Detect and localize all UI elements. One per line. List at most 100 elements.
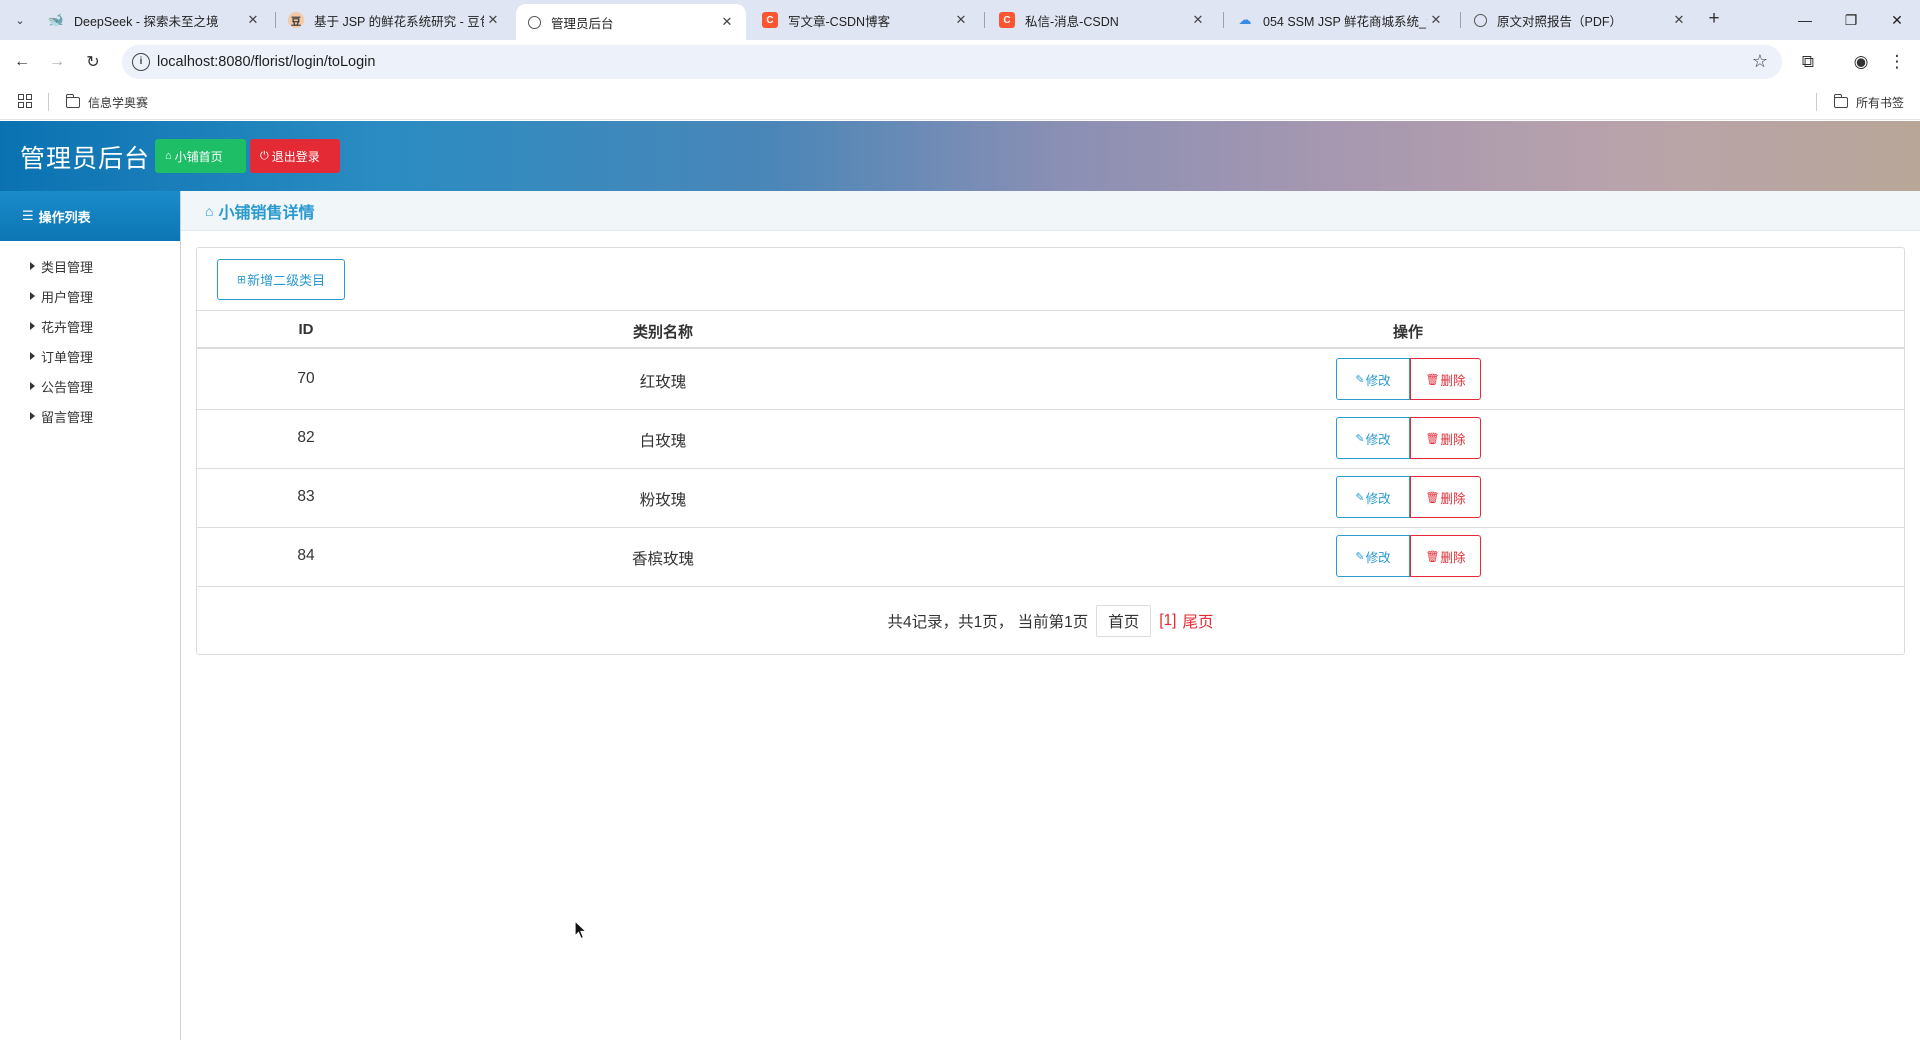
bookmark-separator [1816, 93, 1817, 111]
browser-tab[interactable]: 原文对照报告（PDF） ✕ [1462, 0, 1698, 40]
browser-tab[interactable]: 豆 基于 JSP 的鲜花系统研究 - 豆包 ✕ [276, 0, 512, 40]
trash-icon: 🗑 [1425, 432, 1440, 445]
cell-id: 82 [297, 429, 315, 446]
chevron-down-icon: ⌄ [15, 14, 25, 27]
delete-button[interactable]: 🗑 删除 [1410, 417, 1481, 459]
restore-button[interactable]: ❐ [1828, 0, 1874, 40]
sidebar-item-orders[interactable]: 订单管理 [0, 341, 180, 371]
delete-label: 删除 [1440, 550, 1466, 565]
close-icon[interactable]: ✕ [718, 14, 736, 30]
delete-label: 删除 [1440, 491, 1466, 506]
column-header-name: 类别名称 [632, 324, 694, 341]
edit-button[interactable]: ✎ 修改 [1336, 417, 1410, 459]
table-row: 70 红玫瑰 ✎ 修改 🗑 删除 [197, 351, 1904, 410]
deepseek-icon: 🐋 [47, 12, 65, 27]
browser-tab-active[interactable]: 管理员后台 ✕ [516, 4, 746, 40]
cell-name: 粉玫瑰 [639, 492, 687, 509]
browser-tab-bar: ⌄ 🐋 DeepSeek - 探索未至之境 ✕ 豆 基于 JSP 的鲜花系统研究… [0, 0, 1920, 40]
tab-title: 写文章-CSDN博客 [788, 14, 891, 29]
caret-right-icon [30, 352, 35, 360]
sidebar: ☰ 操作列表 类目管理 用户管理 花卉管理 订单管理 公告管理 留言管理 [0, 191, 181, 1040]
first-page-button[interactable]: 首页 [1096, 605, 1152, 637]
bookmark-star-icon[interactable]: ☆ [1752, 51, 1768, 72]
globe-icon [1474, 13, 1487, 27]
pagination: 共4记录，共1页， 当前第1页 首页 [1] 尾页 [197, 604, 1904, 638]
cell-name: 红玫瑰 [639, 374, 687, 391]
edit-icon: ✎ [1355, 491, 1365, 504]
cloud-icon: ☁ [1238, 12, 1252, 27]
globe-icon [528, 15, 541, 29]
shop-home-button[interactable]: ⌂ 小铺首页 [155, 139, 246, 173]
trash-icon: 🗑 [1425, 550, 1440, 563]
close-icon[interactable]: ✕ [952, 12, 970, 28]
all-bookmarks-folder[interactable]: 所有书签 [1833, 94, 1905, 111]
extensions-icon[interactable]: ⧉ [1796, 50, 1820, 74]
sidebar-item-users[interactable]: 用户管理 [0, 281, 180, 311]
close-icon[interactable]: ✕ [1427, 12, 1445, 28]
back-button[interactable]: ← [10, 50, 34, 74]
close-icon[interactable]: ✕ [244, 12, 262, 28]
current-page-link[interactable]: [1] [1159, 612, 1176, 630]
caret-right-icon [30, 382, 35, 390]
site-info-icon[interactable]: i [132, 53, 150, 71]
browser-tab[interactable]: 🐋 DeepSeek - 探索未至之境 ✕ [36, 0, 272, 40]
logout-button[interactable]: ⏻ 退出登录 [250, 139, 340, 173]
close-icon[interactable]: ✕ [1670, 12, 1688, 28]
profile-icon[interactable]: ◉ [1849, 50, 1873, 74]
delete-button[interactable]: 🗑 删除 [1410, 476, 1481, 518]
page-title: 小铺销售详情 [218, 204, 315, 222]
delete-button[interactable]: 🗑 删除 [1410, 358, 1481, 400]
close-icon[interactable]: ✕ [484, 12, 502, 28]
sidebar-item-label: 用户管理 [41, 289, 94, 305]
edit-button[interactable]: ✎ 修改 [1336, 535, 1410, 577]
bookmark-label: 所有书签 [1856, 96, 1905, 110]
sidebar-item-flowers[interactable]: 花卉管理 [0, 311, 180, 341]
column-header-actions: 操作 [1392, 324, 1424, 341]
row-actions: ✎ 修改 🗑 删除 [1336, 476, 1481, 518]
edit-button[interactable]: ✎ 修改 [1336, 358, 1410, 400]
tab-separator [1460, 12, 1461, 28]
bookmarks-bar: 信息学奥赛 所有书签 [0, 84, 1920, 120]
power-icon: ⏻ [260, 149, 269, 162]
caret-right-icon [30, 322, 35, 330]
tab-search-button[interactable]: ⌄ [8, 8, 32, 32]
tab-title: DeepSeek - 探索未至之境 [74, 14, 219, 29]
table-header: ID 类别名称 操作 [197, 311, 1904, 349]
sidebar-item-category[interactable]: 类目管理 [0, 251, 180, 281]
edit-label: 修改 [1365, 491, 1391, 506]
url-text[interactable]: localhost:8080/florist/login/toLogin [157, 54, 375, 70]
pagination-summary: 共4记录，共1页， 当前第1页 [887, 614, 1089, 631]
browser-tab[interactable]: ☁ 054 SSM JSP 鲜花商城系统_免 ✕ [1225, 0, 1455, 40]
reload-button[interactable]: ↻ [81, 50, 105, 74]
new-tab-button[interactable]: + [1702, 8, 1726, 32]
forward-button[interactable]: → [45, 50, 69, 74]
menu-icon[interactable]: ⋮ [1885, 50, 1909, 74]
trash-icon: 🗑 [1425, 373, 1440, 386]
delete-button[interactable]: 🗑 删除 [1410, 535, 1481, 577]
browser-tab[interactable]: C 写文章-CSDN博客 ✕ [750, 0, 980, 40]
shop-home-label: 小铺首页 [174, 149, 223, 164]
sidebar-item-messages[interactable]: 留言管理 [0, 401, 180, 431]
add-subcategory-button[interactable]: ⊞ 新增二级类目 [217, 259, 345, 300]
column-header-id: ID [298, 321, 314, 338]
sidebar-item-label: 花卉管理 [41, 319, 94, 335]
folder-icon [65, 94, 80, 108]
admin-header: 管理员后台 ⌂ 小铺首页 ⏻ 退出登录 [0, 121, 1920, 191]
edit-button[interactable]: ✎ 修改 [1336, 476, 1410, 518]
table-row: 82 白玫瑰 ✎ 修改 🗑 删除 [197, 410, 1904, 469]
table-row: 84 香槟玫瑰 ✎ 修改 🗑 删除 [197, 528, 1904, 587]
tab-title: 基于 JSP 的鲜花系统研究 - 豆包 [314, 14, 484, 29]
sidebar-item-label: 订单管理 [41, 349, 94, 365]
minimize-button[interactable]: — [1782, 0, 1828, 40]
cell-id: 84 [297, 547, 315, 564]
sidebar-item-notices[interactable]: 公告管理 [0, 371, 180, 401]
address-bar[interactable]: i localhost:8080/florist/login/toLogin ☆ [122, 45, 1782, 79]
table-row: 83 粉玫瑰 ✎ 修改 🗑 删除 [197, 469, 1904, 528]
window-close-button[interactable]: ✕ [1874, 0, 1920, 40]
last-page-link[interactable]: 尾页 [1182, 610, 1213, 632]
csdn-icon: C [999, 12, 1015, 28]
browser-tab[interactable]: C 私信-消息-CSDN ✕ [987, 0, 1217, 40]
apps-grid-icon[interactable] [18, 94, 32, 108]
bookmark-folder[interactable]: 信息学奥赛 [65, 94, 148, 111]
close-icon[interactable]: ✕ [1189, 12, 1207, 28]
